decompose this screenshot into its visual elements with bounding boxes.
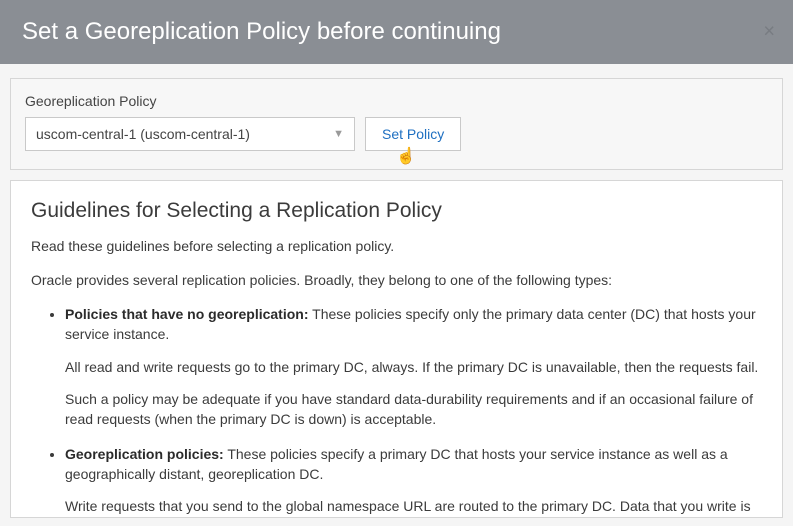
guidelines-list: Policies that have no georeplication: Th… [31,304,762,518]
chevron-down-icon: ▼ [333,128,344,140]
guidelines-intro1: Read these guidelines before selecting a… [31,237,762,257]
item2-lead: Georeplication policies: [65,446,224,462]
policy-select[interactable]: uscom-central-1 (uscom-central-1) ▼ [25,117,355,151]
set-policy-button[interactable]: Set Policy [365,117,461,151]
policy-select-value: uscom-central-1 (uscom-central-1) [36,126,250,142]
dialog-title: Set a Georeplication Policy before conti… [22,18,771,46]
guidelines-panel[interactable]: Guidelines for Selecting a Replication P… [10,180,783,518]
list-item: Policies that have no georeplication: Th… [65,304,762,429]
item1-p3: Such a policy may be adequate if you hav… [65,389,762,430]
policy-row: uscom-central-1 (uscom-central-1) ▼ Set … [25,117,768,151]
guidelines-title: Guidelines for Selecting a Replication P… [31,199,762,223]
policy-panel: Georeplication Policy uscom-central-1 (u… [10,78,783,170]
item2-p2: Write requests that you send to the glob… [65,496,762,518]
dialog-header: Set a Georeplication Policy before conti… [0,0,793,64]
policy-label: Georeplication Policy [25,93,768,109]
item1-lead: Policies that have no georeplication: [65,306,309,322]
item1-p2: All read and write requests go to the pr… [65,357,762,377]
close-icon[interactable]: × [763,21,775,44]
list-item: Georeplication policies: These policies … [65,444,762,518]
guidelines-intro2: Oracle provides several replication poli… [31,271,762,291]
